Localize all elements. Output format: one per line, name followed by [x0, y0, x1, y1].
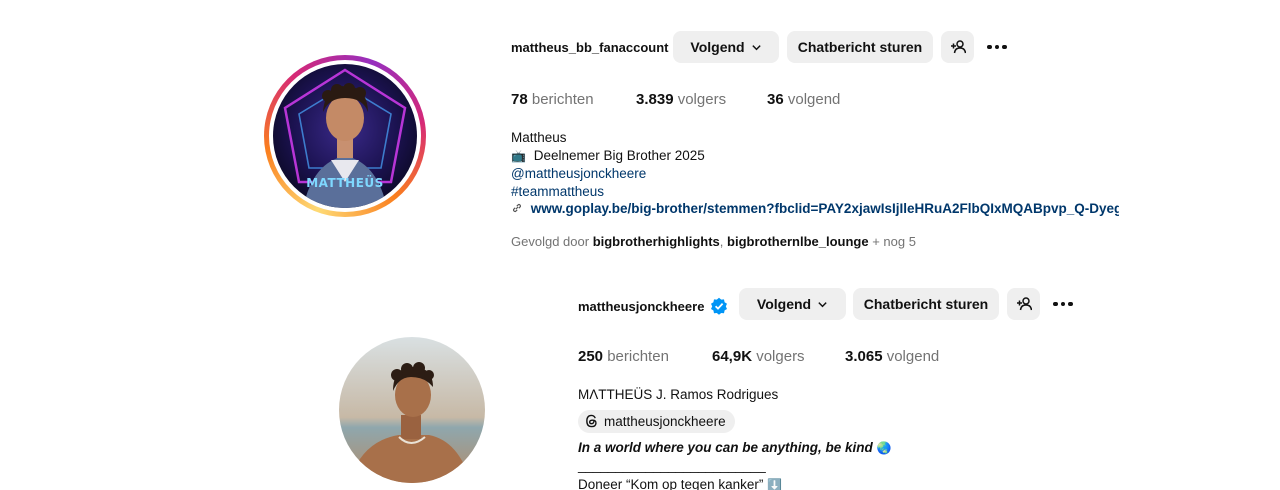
username[interactable]: mattheus_bb_fanaccount	[511, 40, 668, 55]
following-button[interactable]: Volgend	[739, 288, 846, 320]
threads-badge[interactable]: mattheusjonckheere	[578, 409, 735, 433]
more-dots-icon	[987, 44, 992, 50]
arrow-down-icon: ⬇️	[767, 477, 783, 490]
followed-by-user[interactable]: bigbrothernlbe_lounge	[727, 234, 869, 249]
following-label: Volgend	[756, 296, 812, 312]
add-person-icon	[1016, 297, 1032, 311]
bio-url[interactable]: www.goplay.be/big-brother/stemmen?fbclid…	[531, 201, 1119, 216]
message-label: Chatbericht sturen	[863, 296, 989, 312]
following-stat[interactable]: 36 volgend	[767, 91, 840, 108]
following-label: Volgend	[690, 39, 745, 55]
posts-stat: 78 berichten	[511, 91, 594, 108]
bio-name: Mattheus	[511, 130, 567, 145]
link-icon	[512, 203, 522, 213]
bio-donate: Doneer “Kom op tegen kanker”	[578, 476, 764, 490]
followers-stat[interactable]: 64,9K volgers	[712, 348, 845, 365]
following-button[interactable]: Volgend	[673, 31, 779, 63]
bio-mention[interactable]: @mattheusjonckheere	[511, 165, 1119, 183]
followers-stat[interactable]: 3.839 volgers	[636, 91, 767, 108]
bio-divider: _________________________	[578, 457, 766, 473]
chevron-down-icon	[751, 44, 761, 50]
profile-stats: 250 berichten 64,9K volgers 3.065 volgen…	[578, 348, 939, 365]
threads-icon	[586, 414, 597, 428]
bio: MΛTTHEÜS J. Ramos Rodrigues mattheusjonc…	[578, 386, 1138, 490]
options-button[interactable]	[1053, 288, 1073, 320]
followed-by-user[interactable]: bigbrotherhighlights	[593, 234, 720, 249]
message-button[interactable]: Chatbericht sturen	[787, 31, 933, 63]
tv-icon: 📺	[511, 148, 526, 163]
options-button[interactable]	[987, 31, 1007, 63]
message-button[interactable]: Chatbericht sturen	[853, 288, 999, 320]
suggested-users-button[interactable]	[1007, 288, 1040, 320]
suggested-users-button[interactable]	[941, 31, 974, 63]
posts-stat: 250 berichten	[578, 348, 669, 365]
avatar-image	[339, 337, 485, 483]
username[interactable]: mattheusjonckheere	[578, 297, 728, 315]
avatar-official[interactable]	[339, 337, 485, 483]
bio-quote: In a world where you can be anything, be…	[578, 440, 873, 455]
bio-hashtag[interactable]: #teammattheus	[511, 183, 1119, 201]
verified-badge-icon	[711, 297, 728, 315]
followed-by[interactable]: Gevolgd door bigbrotherhighlights, bigbr…	[511, 234, 916, 249]
bio-line: 📺 Deelnemer Big Brother 2025	[511, 147, 705, 163]
more-dots-icon	[1053, 301, 1058, 307]
bio: Mattheus 📺 Deelnemer Big Brother 2025 @m…	[511, 129, 1119, 218]
message-label: Chatbericht sturen	[797, 39, 923, 55]
profile-stats: 78 berichten 3.839 volgers 36 volgend	[511, 91, 840, 108]
bio-name: MΛTTHEÜS J. Ramos Rodrigues	[578, 387, 779, 402]
avatar-fanaccount[interactable]: MATTHEÜS	[273, 64, 417, 208]
avatar-caption: MATTHEÜS	[306, 176, 384, 190]
globe-icon: 🌏	[876, 441, 892, 455]
following-stat[interactable]: 3.065 volgend	[845, 348, 939, 365]
add-person-icon	[950, 40, 966, 54]
chevron-down-icon	[818, 301, 827, 307]
bio-url-row[interactable]: www.goplay.be/big-brother/stemmen?fbclid…	[511, 200, 1119, 218]
